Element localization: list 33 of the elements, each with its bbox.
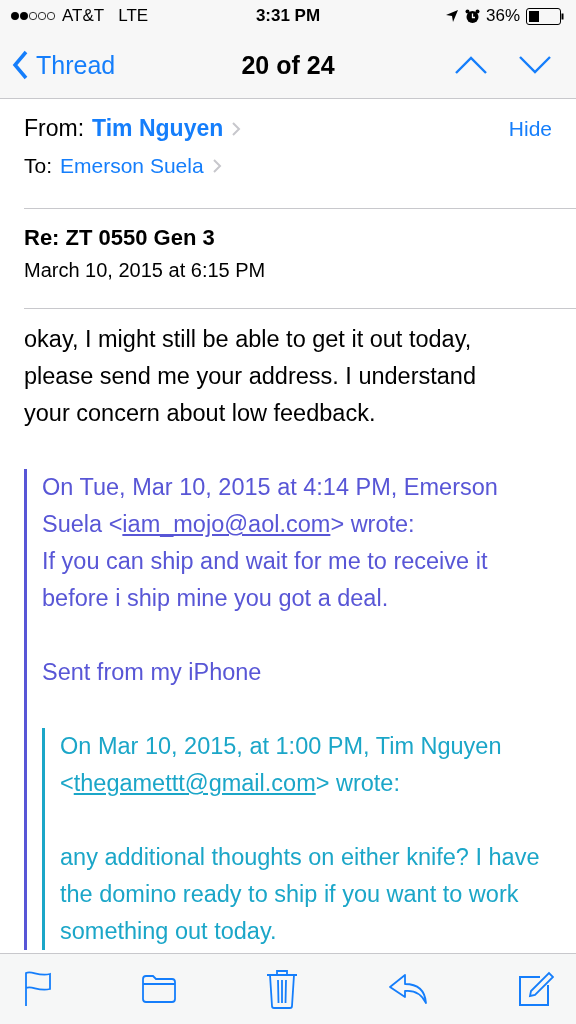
from-label: From: xyxy=(24,115,85,142)
battery-icon xyxy=(526,7,564,25)
clock: 3:31 PM xyxy=(255,6,321,26)
email-link[interactable]: iam_mojo@aol.com xyxy=(122,511,331,537)
flag-icon[interactable] xyxy=(24,971,52,1007)
quote-text: any additional thoughts on either knife? I have the domino ready to ship if you want to work something out today. xyxy=(60,843,541,946)
chevron-icon xyxy=(231,120,242,137)
chevron-icon xyxy=(12,50,28,80)
trash-icon[interactable] xyxy=(266,969,298,1009)
quote-text: If you can ship and wait for me to receive it before i ship mine you got a deal. xyxy=(42,547,489,613)
email-link[interactable]: thegamettt@gmail.com xyxy=(73,770,316,796)
reply-icon[interactable] xyxy=(388,973,428,1005)
location-icon xyxy=(444,9,459,23)
message-text: okay, I might still be able to get it out today, please send me your address. I understand your concern about low feedback. xyxy=(24,325,477,428)
network-type: LTE xyxy=(118,6,149,26)
quote-text: Sent from my iPhone xyxy=(42,658,263,687)
quote-attribution: On Tue, Mar 10, 2015 at 4:14 PM, Emerson Suela <iam_mojo@aol.com> wrote: xyxy=(42,473,499,539)
hide-button[interactable]: Hide xyxy=(508,116,552,141)
subject: Re: ZT 0550 Gen 3 xyxy=(24,225,216,251)
quote-attribution: On Mar 10, 2015, at 1:00 PM, Tim Nguyen <thegamettt@gmail.com> wrote: xyxy=(60,732,503,798)
signal-icon xyxy=(10,11,56,21)
sender-name[interactable]: Tim Nguyen xyxy=(92,115,224,142)
compose-icon[interactable] xyxy=(518,971,554,1007)
to-label: To: xyxy=(24,154,52,178)
folder-icon[interactable] xyxy=(142,975,176,1003)
message-counter: 20 of 24 xyxy=(241,50,335,80)
carrier: AT&T xyxy=(62,6,105,26)
chevron-icon xyxy=(211,158,222,174)
recipient-name[interactable]: Emerson Suela xyxy=(60,154,204,178)
back-button[interactable]: Thread xyxy=(12,50,116,80)
alarm-icon xyxy=(464,8,480,24)
date: March 10, 2015 at 6:15 PM xyxy=(24,259,267,282)
battery-percent: 36% xyxy=(485,6,520,26)
